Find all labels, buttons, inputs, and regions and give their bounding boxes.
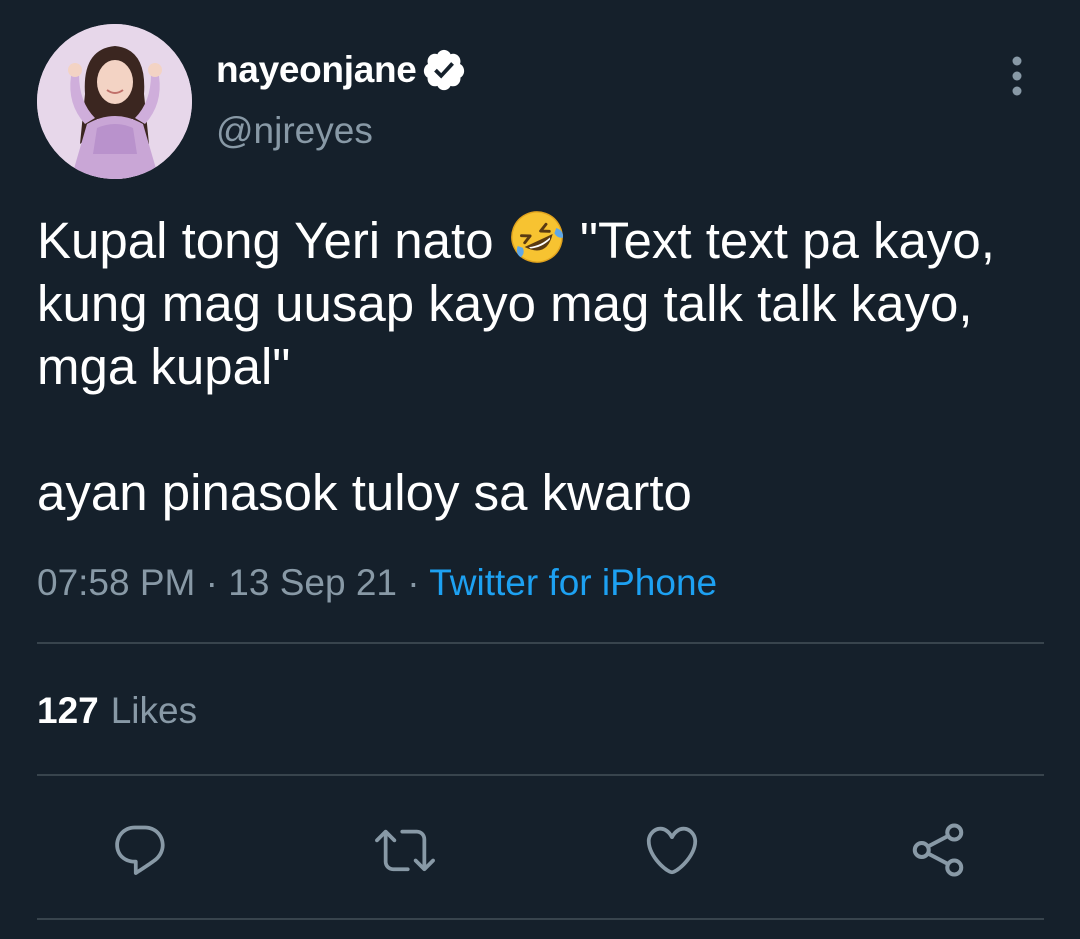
tweet-meta: 07:58 PM · 13 Sep 21 · Twitter for iPhon… [37,562,717,604]
tweet-text-part1: Kupal tong Yeri nato [37,212,508,269]
likes-label: Likes [110,690,198,731]
likes-count: 127 [37,690,99,731]
avatar-image [37,24,192,179]
meta-separator: · [195,562,229,603]
share-icon [912,823,964,877]
meta-separator: · [396,562,430,603]
author-row: nayeonjane [216,46,467,94]
share-button[interactable] [906,818,970,882]
verified-badge-icon [423,49,464,91]
reply-icon [115,825,165,875]
user-handle[interactable]: @njreyes [216,110,373,152]
retweet-button[interactable] [373,818,437,882]
like-icon [646,826,698,875]
display-name[interactable]: nayeonjane [216,49,417,91]
tweet-time[interactable]: 07:58 PM [37,562,195,603]
reply-button[interactable] [108,818,172,882]
tweet-text: Kupal tong Yeri nato "Text text pa kayo,… [37,208,1047,524]
rolling-on-the-floor-laughing-icon [510,211,563,263]
tweet-date[interactable]: 13 Sep 21 [228,562,397,603]
likes-stat[interactable]: 127 Likes [37,690,197,732]
divider [37,642,1044,644]
divider [37,918,1044,920]
tweet-detail: nayeonjane @njreyes Kupal tong Yeri nato… [0,0,1080,939]
tweet-source-link[interactable]: Twitter for iPhone [429,562,717,603]
divider [37,774,1044,776]
avatar[interactable] [37,24,192,179]
like-button[interactable] [640,818,704,882]
retweet-icon [375,829,435,872]
more-options-icon[interactable] [1000,55,1034,97]
